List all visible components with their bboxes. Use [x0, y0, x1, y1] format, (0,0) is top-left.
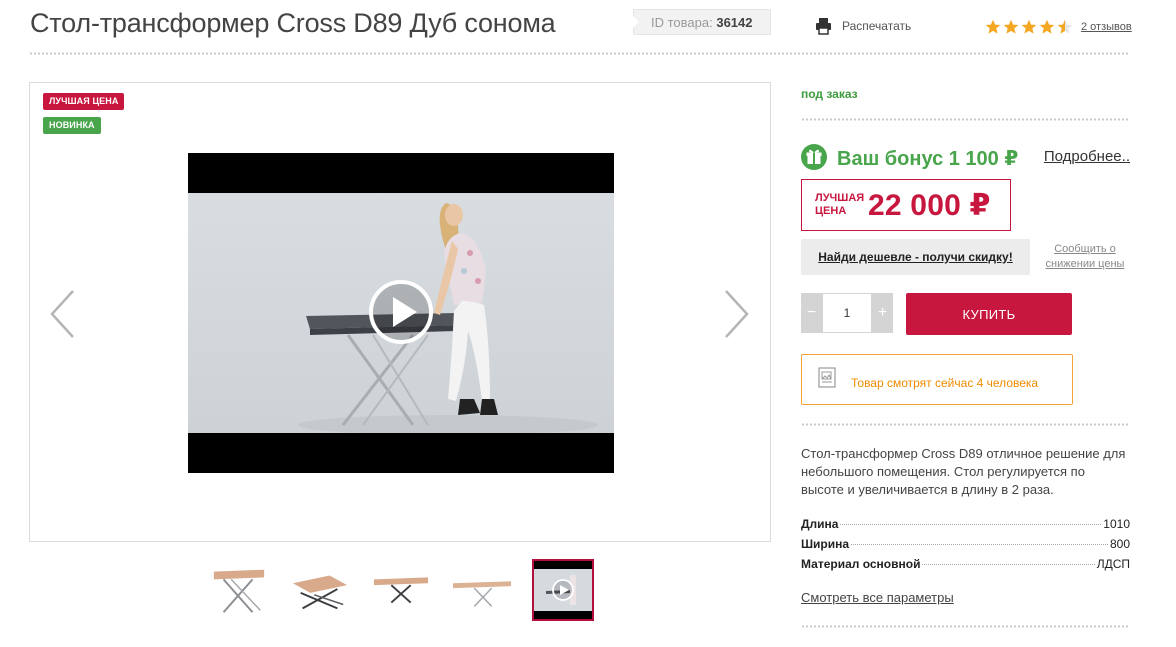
- product-id-badge: ID товара: 36142: [633, 9, 771, 35]
- all-params-link[interactable]: Смотреть все параметры: [801, 590, 954, 605]
- price-label-line2: ЦЕНА: [815, 205, 847, 217]
- bonus-row: Ваш бонус 1 100 ₽ Подробнее..: [801, 144, 1130, 170]
- spec-value: ЛДСП: [1096, 557, 1130, 571]
- star-half-icon: [1057, 19, 1073, 34]
- gallery-thumbnails: [208, 559, 594, 621]
- product-rating: 2 отзывов: [985, 19, 1132, 35]
- table-thumbnail-image: [292, 575, 348, 610]
- page-title: Стол-трансформер Cross D89 Дуб сонома: [30, 8, 556, 38]
- header-divider: [29, 52, 1130, 55]
- table-thumbnail-image: [373, 577, 429, 604]
- play-icon[interactable]: [368, 279, 434, 345]
- buy-button[interactable]: КУПИТЬ: [906, 293, 1072, 335]
- bonus-more-link[interactable]: Подробнее..: [1044, 148, 1130, 165]
- spec-value: 800: [1109, 537, 1130, 551]
- print-button[interactable]: Распечатать: [815, 17, 911, 35]
- right-divider-bottom: [801, 625, 1130, 628]
- thumbnail-4[interactable]: [451, 559, 513, 621]
- reviews-link[interactable]: 2 отзывов: [1081, 21, 1132, 33]
- spec-row: Материал основной ЛДСП: [801, 557, 1130, 577]
- video-thumbnail-image: [534, 561, 592, 619]
- thumbnail-3[interactable]: [370, 559, 432, 621]
- spec-row: Длина 1010: [801, 517, 1130, 537]
- quantity-stepper: − +: [801, 293, 893, 333]
- print-label: Распечатать: [842, 19, 912, 33]
- star-icon: [1003, 19, 1019, 34]
- quantity-input[interactable]: [822, 293, 872, 333]
- thumbnail-2[interactable]: [289, 559, 351, 621]
- spec-list: Длина 1010 Ширина 800 Материал основной …: [801, 517, 1130, 577]
- spec-name: Материал основной: [801, 557, 921, 571]
- price-label-line1: ЛУЧШАЯ: [815, 192, 865, 204]
- price-drop-notify-link[interactable]: Сообщить о снижении цены: [1038, 242, 1132, 272]
- spec-leader: [851, 544, 1108, 545]
- find-cheaper-button[interactable]: Найди дешевле - получи скидку!: [801, 239, 1030, 275]
- watchers-notice: Товар смотрят сейчас 4 человека: [801, 354, 1073, 405]
- document-image-icon: [818, 367, 836, 388]
- printer-icon: [816, 18, 831, 35]
- spec-leader: [840, 524, 1102, 525]
- gallery-next-arrow[interactable]: [720, 288, 752, 340]
- spec-row: Ширина 800: [801, 537, 1130, 557]
- right-divider-mid: [801, 423, 1130, 426]
- badge-best-price: ЛУЧШАЯ ЦЕНА: [43, 93, 125, 110]
- thumbnail-1[interactable]: [208, 559, 270, 621]
- product-gallery: ЛУЧШАЯ ЦЕНА НОВИНКА: [29, 82, 771, 542]
- table-thumbnail-image: [213, 569, 265, 613]
- spec-leader: [922, 564, 1095, 565]
- product-id-label: ID товара:: [651, 15, 713, 30]
- gallery-prev-arrow[interactable]: [47, 288, 79, 340]
- star-icon: [1021, 19, 1037, 34]
- price-value: 22 000 ₽: [868, 189, 991, 222]
- spec-name: Длина: [801, 517, 839, 531]
- product-video-player[interactable]: [188, 153, 614, 473]
- spec-value: 1010: [1103, 517, 1130, 531]
- thumbnail-5-video[interactable]: [532, 559, 594, 621]
- product-description: Стол-трансформер Cross D89 отличное реше…: [801, 446, 1126, 497]
- availability-status: под заказ: [801, 87, 858, 101]
- price-label: ЛУЧШАЯ ЦЕНА: [815, 192, 864, 218]
- price-box: ЛУЧШАЯ ЦЕНА 22 000 ₽: [801, 179, 1011, 231]
- star-icon: [985, 19, 1001, 34]
- table-thumbnail-image: [453, 581, 511, 607]
- product-id-value: 36142: [716, 15, 753, 30]
- quantity-increase-button[interactable]: +: [872, 293, 893, 333]
- star-icon: [1039, 19, 1055, 34]
- spec-name: Ширина: [801, 537, 850, 551]
- bonus-amount: Ваш бонус 1 100 ₽: [837, 148, 1019, 170]
- right-divider-top: [801, 118, 1130, 121]
- gift-icon: [801, 144, 827, 170]
- quantity-decrease-button[interactable]: −: [801, 293, 822, 333]
- watchers-text: Товар смотрят сейчас 4 человека: [851, 376, 1039, 390]
- badge-new: НОВИНКА: [43, 117, 101, 134]
